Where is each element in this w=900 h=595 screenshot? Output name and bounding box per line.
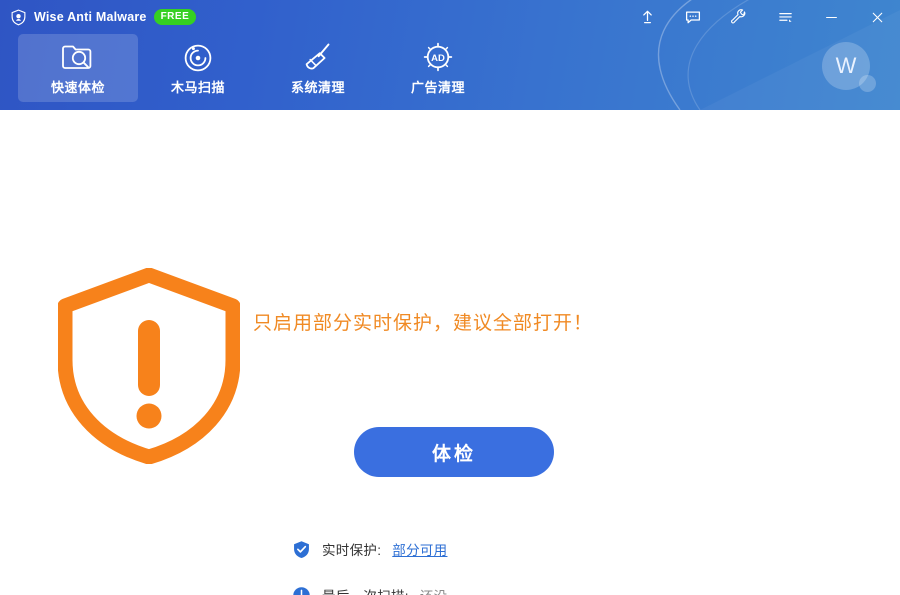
- warning-shield-icon: [57, 267, 241, 469]
- nav-label: 广告清理: [410, 80, 465, 95]
- avatar-circle: W: [822, 42, 870, 90]
- folder-search-icon: [61, 40, 95, 74]
- scan-button[interactable]: 体检: [354, 427, 554, 477]
- window-controls: [624, 0, 900, 34]
- close-icon: [872, 12, 882, 22]
- menu-list-icon: [778, 12, 792, 22]
- nav-label: 快速体检: [50, 80, 105, 95]
- radar-scan-icon: [182, 40, 214, 74]
- status-label: 实时保护:: [322, 543, 382, 558]
- edition-badge: FREE: [153, 9, 197, 25]
- minimize-button[interactable]: [808, 0, 854, 34]
- upgrade-arrow-icon: [642, 10, 652, 23]
- status-row-realtime-protection: 实时保护: 部分可用: [292, 538, 542, 560]
- svg-text:AD: AD: [431, 53, 445, 64]
- nav-item-system-clean[interactable]: 系统清理: [258, 34, 378, 102]
- clock-icon: [293, 586, 310, 595]
- ad-block-icon: AD: [422, 40, 454, 74]
- menu-button[interactable]: [762, 0, 808, 34]
- app-title: Wise Anti Malware: [34, 10, 147, 24]
- nav-item-ad-clean[interactable]: AD 广告清理: [378, 34, 498, 102]
- shield-logo-icon: [11, 9, 26, 25]
- feedback-button[interactable]: [670, 0, 716, 34]
- wrench-icon: [731, 9, 746, 24]
- status-value: 还没: [420, 585, 448, 595]
- title-bar: Wise Anti Malware FREE: [0, 0, 900, 34]
- brand: Wise Anti Malware FREE: [0, 9, 197, 26]
- avatar-letter: W: [835, 53, 857, 78]
- speech-bubble-icon: [685, 11, 701, 24]
- tools-button[interactable]: [716, 0, 762, 34]
- status-label: 最后一次扫描:: [322, 585, 409, 595]
- minimize-icon: [825, 16, 837, 18]
- nav-label: 木马扫描: [170, 80, 225, 95]
- status-list: 实时保护: 部分可用 最后一次扫描: 还没 最后一次病毒库跟新: 初始化引擎..…: [292, 538, 542, 595]
- nav-item-trojan-scan[interactable]: 木马扫描: [138, 34, 258, 102]
- upgrade-button[interactable]: [624, 0, 670, 34]
- close-button[interactable]: [854, 0, 900, 34]
- status-row-last-scan: 最后一次扫描: 还没: [292, 584, 542, 595]
- nav-item-quick-checkup[interactable]: 快速体检: [18, 34, 138, 102]
- main-nav: 快速体检 木马扫描 系统清理 AD 广告清理: [0, 34, 900, 102]
- app-header: Wise Anti Malware FREE 快速体检 木马扫描 系统清理 AD…: [0, 0, 900, 110]
- status-value-link[interactable]: 部分可用: [392, 539, 447, 559]
- broom-icon: [302, 40, 334, 74]
- shield-check-icon: [294, 540, 309, 558]
- user-avatar-icon[interactable]: W: [822, 42, 878, 98]
- main-content: 只启用部分实时保护，建议全部打开！ 体检 实时保护: 部分可用 最后一次扫描: …: [0, 110, 900, 595]
- alert-message: 只启用部分实时保护，建议全部打开！: [253, 313, 594, 334]
- nav-label: 系统清理: [290, 80, 345, 95]
